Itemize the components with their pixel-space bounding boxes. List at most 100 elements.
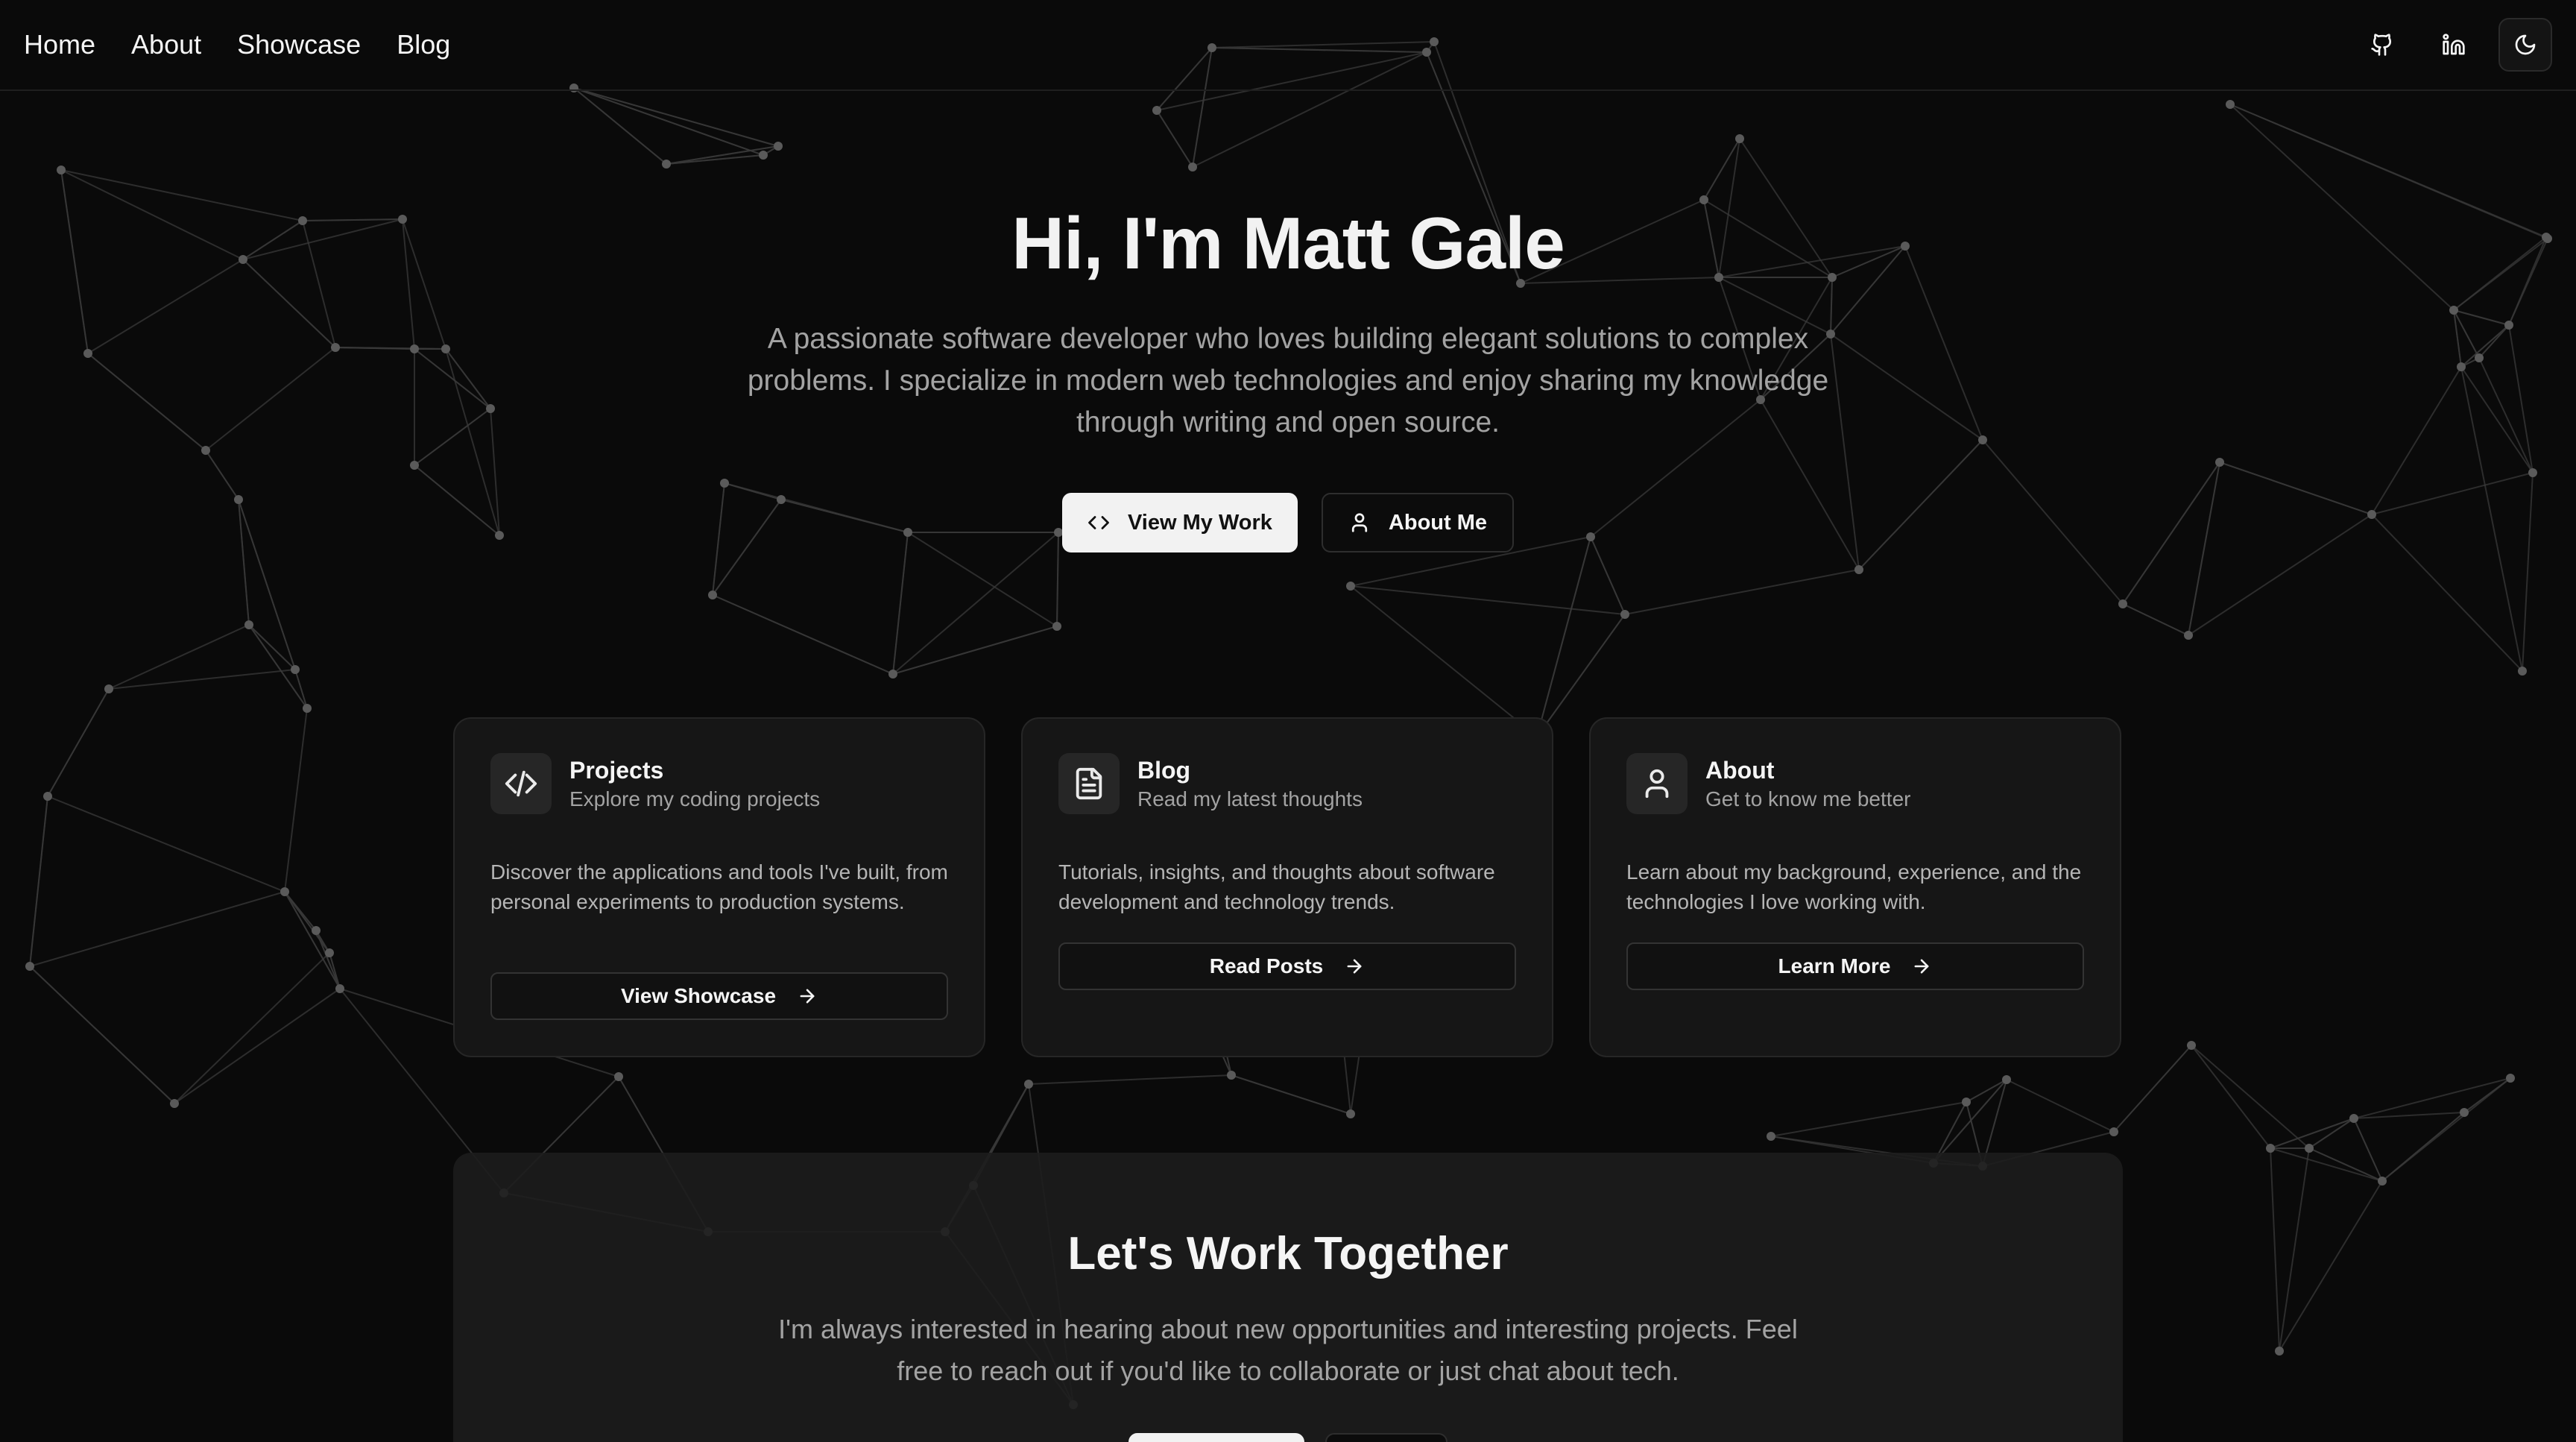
nav-link-home[interactable]: Home <box>24 29 95 60</box>
network-edge <box>1350 585 1626 615</box>
arrow-right-icon <box>1915 959 1929 974</box>
network-node <box>280 887 289 896</box>
code-icon <box>505 770 537 797</box>
network-node <box>708 591 717 599</box>
network-edge <box>174 952 330 1104</box>
network-edge <box>892 532 1059 675</box>
network-edge <box>29 891 285 967</box>
network-edge <box>2308 1118 2355 1149</box>
learn-more-button[interactable]: Learn More <box>1626 942 2084 990</box>
network-edge <box>1966 1079 2007 1103</box>
network-edge <box>1770 1101 1967 1137</box>
card-about: About Get to know me better Learn about … <box>1589 717 2121 1057</box>
network-node <box>43 792 52 801</box>
read-posts-label: Read Posts <box>1209 954 1324 977</box>
card-heading: Projects Explore my coding projects <box>569 757 820 811</box>
card-description: Discover the applications and tools I've… <box>490 860 948 913</box>
nav-link-showcase[interactable]: Showcase <box>237 29 361 60</box>
github-icon <box>2371 34 2392 56</box>
about-me-button[interactable]: About Me <box>1321 493 1515 552</box>
network-node <box>2226 100 2235 109</box>
network-edge <box>108 624 250 690</box>
cta-subtitle: I'm always interested in hearing about n… <box>778 1314 1798 1386</box>
network-node <box>1735 134 1744 143</box>
card-heading: About Get to know me better <box>1705 757 1910 811</box>
network-node <box>1854 565 1863 574</box>
network-node <box>2506 1074 2515 1083</box>
network-edge <box>1350 585 1538 737</box>
network-edge <box>712 594 894 675</box>
network-edge <box>2270 1147 2383 1182</box>
view-showcase-button[interactable]: View Showcase <box>490 972 948 1020</box>
network-edge <box>174 988 341 1104</box>
network-node <box>1767 1132 1775 1141</box>
card-heading: Blog Read my latest thoughts <box>1137 757 1363 811</box>
card-subtitle: Get to know me better <box>1705 787 1911 810</box>
network-node <box>1620 610 1629 619</box>
network-edge <box>2381 1077 2511 1182</box>
network-edge <box>573 87 667 165</box>
network-node <box>2518 667 2527 676</box>
card-header: Projects Explore my coding projects <box>490 753 948 814</box>
network-edge <box>2191 1045 2310 1149</box>
network-node <box>104 684 113 693</box>
network-edge <box>2353 1112 2465 1119</box>
cta-secondary-button[interactable] <box>1325 1433 1448 1442</box>
page: Home About Showcase Blog Hi, I'm Matt Ga… <box>0 0 2576 1442</box>
github-link[interactable] <box>2355 18 2409 72</box>
network-node <box>1188 163 1197 171</box>
learn-more-label: Learn More <box>1778 954 1891 977</box>
card-projects: Projects Explore my coding projects Disc… <box>453 717 985 1057</box>
cta-section: Let's Work Together I'm always intereste… <box>453 1153 2123 1442</box>
feature-cards: Projects Explore my coding projects Disc… <box>453 717 2123 1057</box>
network-node <box>57 166 66 174</box>
network-edge <box>47 688 110 797</box>
network-edge <box>315 930 341 989</box>
user-icon <box>1645 769 1669 799</box>
cta-primary-button[interactable] <box>1128 1433 1304 1442</box>
network-edge <box>1156 110 1193 168</box>
network-edge <box>2270 1118 2355 1149</box>
card-title: Blog <box>1137 756 1191 784</box>
nav-link-blog[interactable]: Blog <box>397 29 450 60</box>
arrow-right-icon <box>800 989 815 1004</box>
card-icon-container <box>1626 753 1688 814</box>
card-subtitle: Explore my coding projects <box>569 787 821 810</box>
hero-title: Hi, I'm Matt Gale <box>1011 202 1565 284</box>
network-node <box>170 1099 179 1108</box>
network-node <box>244 620 253 629</box>
network-edge <box>47 796 285 892</box>
read-posts-button[interactable]: Read Posts <box>1058 942 1516 990</box>
card-description: Tutorials, insights, and thoughts about … <box>1058 860 1495 913</box>
card-header: Blog Read my latest thoughts <box>1058 753 1516 814</box>
card-icon-container <box>490 753 552 814</box>
cta-actions <box>1128 1433 1448 1442</box>
network-node <box>2305 1144 2314 1153</box>
network-edge <box>29 966 175 1104</box>
card-title: Projects <box>569 756 664 784</box>
network-edge <box>2279 1180 2383 1352</box>
hero-subtitle: A passionate software developer who love… <box>747 323 1829 438</box>
hero-section: Hi, I'm Matt Gale A passionate software … <box>0 201 2576 552</box>
nav-actions <box>2355 18 2552 72</box>
network-node <box>325 948 334 957</box>
network-node <box>335 984 344 993</box>
network-node <box>312 926 321 935</box>
moon-icon <box>2515 34 2536 55</box>
network-node <box>1152 106 1161 115</box>
network-edge <box>892 626 1058 675</box>
network-node <box>662 160 671 169</box>
view-my-work-button[interactable]: View My Work <box>1061 493 1298 552</box>
arrow-right-icon <box>1347 959 1362 974</box>
network-edge <box>892 532 909 675</box>
card-header: About Get to know me better <box>1626 753 2084 814</box>
linkedin-link[interactable] <box>2427 18 2481 72</box>
network-node <box>1024 1080 1033 1089</box>
network-node <box>1052 622 1061 631</box>
nav-link-about[interactable]: About <box>131 29 201 60</box>
theme-toggle-button[interactable] <box>2498 18 2552 72</box>
top-nav: Home About Showcase Blog <box>0 0 2576 91</box>
network-node <box>2349 1114 2358 1123</box>
network-node <box>25 962 34 971</box>
network-node <box>1227 1071 1236 1080</box>
